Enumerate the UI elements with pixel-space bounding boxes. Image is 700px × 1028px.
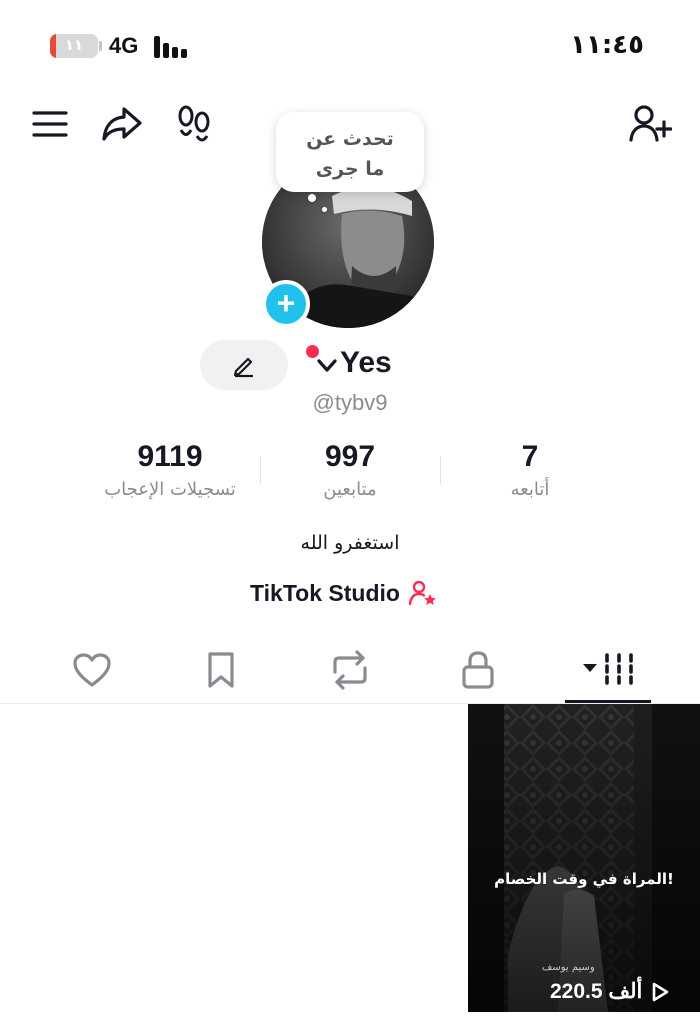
- profile-handle: @tybv9: [312, 390, 388, 415]
- share-icon[interactable]: [98, 100, 146, 148]
- signal-icon: [154, 36, 192, 58]
- add-avatar-button[interactable]: +: [262, 280, 310, 328]
- menu-icon[interactable]: [26, 100, 74, 148]
- stat-value: 997: [324, 440, 376, 473]
- video-small-text: وسيم يوسف: [542, 962, 595, 973]
- divider: [440, 456, 441, 484]
- bookmark-icon: [208, 652, 234, 688]
- grid-icon: [583, 653, 633, 688]
- stat-value: 7: [521, 440, 539, 473]
- profile-name[interactable]: Yes: [340, 346, 392, 380]
- stat-label: تسجيلات الإعجاب: [104, 479, 236, 500]
- creator-star-icon: [408, 580, 436, 606]
- pencil-icon: [233, 357, 253, 378]
- bubble-tail-dot: [308, 194, 316, 202]
- chevron-down-icon[interactable]: [316, 358, 338, 378]
- tab-favorites[interactable]: [181, 640, 261, 700]
- battery-indicator: ١١: [50, 34, 98, 58]
- repost-icon: [333, 650, 367, 690]
- battery-level: ١١: [64, 36, 84, 54]
- note-bubble-text: تحدث عن ما جرى: [306, 128, 394, 180]
- status-time: ١١:٤٥: [570, 30, 644, 60]
- bubble-tail-dot: [322, 207, 327, 212]
- lock-icon: [462, 651, 494, 689]
- profile-bio: استغفرو الله: [300, 532, 400, 554]
- video-caption: المراة في وقت الخصام!: [494, 870, 674, 888]
- studio-label: TikTok Studio: [250, 579, 400, 606]
- battery-cap: [99, 41, 102, 51]
- tab-videos[interactable]: [566, 640, 652, 700]
- network-label: 4G: [109, 33, 139, 58]
- notification-dot: [306, 345, 319, 358]
- edit-profile-button[interactable]: [200, 340, 288, 390]
- stat-likes[interactable]: 9119 تسجيلات الإعجاب: [80, 438, 260, 504]
- footprints-icon[interactable]: [170, 100, 218, 148]
- stat-label: أتابعه: [510, 479, 550, 500]
- view-count-value: 220.5 ألف: [550, 980, 643, 1003]
- tiktok-studio-link[interactable]: TikTok Studio: [250, 576, 438, 610]
- active-tab-indicator: [565, 700, 651, 703]
- divider: [260, 456, 261, 484]
- add-friend-icon[interactable]: [626, 100, 674, 148]
- stat-followers[interactable]: 997 متابعين: [260, 438, 440, 504]
- video-thumbnail[interactable]: المراة في وقت الخصام! وسيم يوسف 220.5 أل…: [468, 704, 700, 1012]
- tab-reposts[interactable]: [310, 640, 390, 700]
- tab-private[interactable]: [438, 640, 518, 700]
- view-count: 220.5 ألف: [550, 979, 670, 1004]
- note-bubble[interactable]: تحدث عن ما جرى: [276, 112, 424, 192]
- stat-following[interactable]: 7 أتابعه: [440, 438, 620, 504]
- stat-label: متابعين: [323, 479, 377, 500]
- heart-icon: [73, 653, 111, 687]
- tab-liked[interactable]: [52, 640, 132, 700]
- play-icon: [653, 982, 669, 1001]
- stat-value: 9119: [137, 440, 203, 473]
